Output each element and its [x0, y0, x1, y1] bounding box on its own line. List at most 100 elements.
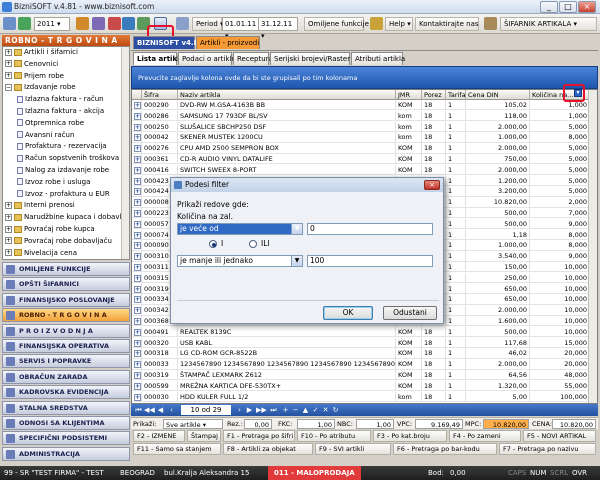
table-row[interactable]: +000276 CPU AMD 2500 SEMPRON BOX KOM 18 1 2.0… — [132, 143, 590, 154]
contact-button[interactable]: Kontaktirajte nas — [415, 17, 479, 31]
filter-icon[interactable] — [176, 17, 189, 30]
row-expand-icon[interactable]: + — [132, 208, 142, 219]
module-button[interactable]: ODNOSI SA KLIJENTIMA — [2, 416, 130, 430]
module-button[interactable]: STALNA SREDSTVA — [2, 400, 130, 415]
row-expand-icon[interactable]: + — [132, 283, 142, 294]
tree-document-item[interactable]: Nalog za izdavanje robe — [17, 165, 109, 175]
expand-icon[interactable]: + — [5, 225, 12, 233]
help-button[interactable]: Help ▾ — [385, 17, 413, 31]
first-record-button[interactable]: ⏮ — [134, 405, 143, 415]
expand-icon[interactable]: + — [5, 48, 12, 56]
table-row[interactable]: +000286 SAMSUNG 17 793DF BL/SV kom 18 1 118,0… — [132, 110, 590, 122]
tree-folder-item[interactable]: + Narudžbine kupaca i dobavljača — [5, 212, 129, 222]
tools-icon[interactable] — [370, 17, 383, 30]
table-row[interactable]: +000361 CD-R AUDIO VINYL DATALIFE KOM 18 1 75… — [132, 154, 590, 165]
tree-document-item[interactable]: Izvoz robe i usluga — [17, 177, 90, 187]
row-expand-icon[interactable]: + — [132, 240, 142, 251]
tree-folder-item[interactable]: + Prijem robe — [5, 71, 64, 81]
condition-1-value[interactable]: 0 — [307, 223, 433, 235]
catalog-icon[interactable] — [484, 17, 497, 30]
row-expand-icon[interactable]: + — [132, 370, 142, 381]
search-by-catalog-number-button[interactable]: F3 - Po kat.broju — [373, 430, 447, 442]
tab-recipe[interactable]: Receptura — [233, 52, 273, 65]
table-row[interactable]: +000033 1234567890 1234567890 1234567890 … — [132, 359, 590, 370]
table-row[interactable]: +000416 SWITCH SWEEX 8-PORT KOM 18 1 2.000,00… — [132, 164, 590, 176]
articles-for-location-button[interactable]: F8 - Artikli za objekat — [223, 443, 313, 455]
row-expand-icon[interactable]: + — [132, 154, 142, 165]
module-button[interactable]: P R O I Z V O D N J A — [2, 323, 130, 338]
next-page-button[interactable]: ▶▶ — [256, 405, 267, 415]
expand-icon[interactable]: + — [5, 213, 12, 221]
tree-folder-item[interactable]: − Izdavanje robe — [5, 82, 76, 92]
row-expand-icon[interactable]: + — [132, 132, 142, 143]
tree-document-item[interactable]: Izlazna faktura - akcija — [17, 106, 104, 116]
row-expand-icon[interactable]: + — [132, 175, 142, 186]
group-by-area[interactable]: Prevucite zaglavlje kolona ovde da bi st… — [131, 66, 598, 89]
search-by-code-button[interactable]: F1 - Pretraga po šifri — [223, 430, 295, 442]
minimize-button[interactable]: _ — [540, 1, 558, 13]
module-button[interactable]: ROBNO - T R G O V I N A — [2, 308, 130, 323]
tree-scrollbar[interactable] — [121, 47, 129, 259]
date-to-input[interactable]: 31.12.11 ▾ — [258, 17, 298, 40]
calculator-icon[interactable] — [76, 17, 89, 30]
tab-article-attributes[interactable]: Atributi artikla — [351, 52, 405, 65]
row-expand-icon[interactable]: + — [132, 326, 142, 338]
condition-2-operator[interactable]: je manje ili jednako ▼ — [177, 255, 303, 267]
tree-document-item[interactable]: Izvoz - profaktura u EUR — [17, 189, 110, 199]
row-expand-icon[interactable]: + — [132, 272, 142, 284]
search-by-name-button[interactable]: F7 - Pretraga po nazivu — [499, 443, 596, 455]
grid-column-header[interactable]: Porez — [422, 90, 446, 100]
print-icon[interactable] — [122, 17, 135, 30]
prev-page-button[interactable]: ◀◀ — [144, 405, 155, 415]
report-icon[interactable] — [108, 17, 121, 30]
tree-document-item[interactable]: Avansni račun — [17, 130, 74, 140]
module-button[interactable]: OMILJENE FUNKCIJE — [2, 262, 130, 276]
table-row[interactable]: +000250 SLUŠALICE SBCHP250 DSF kom 18 1 2.000… — [132, 121, 590, 132]
row-expand-icon[interactable]: + — [132, 348, 142, 359]
tree-folder-item[interactable]: + Artikli i šifarnici — [5, 47, 78, 57]
tab-biznisoft[interactable]: BIZNISOFT v4.81 — [133, 36, 203, 49]
tree-folder-item[interactable]: + Povraćaj robe dobavljaču — [5, 236, 112, 246]
tree-document-item[interactable]: Otpremnica robe — [17, 118, 84, 128]
prev-step-button[interactable]: ‹ — [167, 405, 176, 415]
tab-articles-products[interactable]: Artikli - proizvodi — [196, 36, 260, 49]
add-record-button[interactable]: + — [281, 405, 290, 415]
navigation-tree[interactable]: + Artikli i šifarnici + Cenovnici + Prijem ro… — [2, 46, 130, 260]
row-expand-icon[interactable]: + — [132, 100, 142, 111]
module-button[interactable]: OBRAČUN ZARADA — [2, 369, 130, 384]
search-by-attribute-button[interactable]: F10 - Po atributu — [297, 430, 371, 442]
delete-record-button[interactable]: − — [291, 405, 300, 415]
column-filter-icon[interactable]: ▾ — [574, 89, 582, 97]
next-step-button[interactable]: › — [235, 405, 244, 415]
close-window-button[interactable]: × — [578, 1, 596, 13]
radio-or[interactable] — [249, 240, 257, 248]
row-expand-icon[interactable]: + — [132, 305, 142, 316]
expand-icon[interactable]: + — [5, 249, 12, 257]
row-expand-icon[interactable]: + — [132, 251, 142, 262]
tree-folder-item[interactable]: + Interni prenosi — [5, 200, 75, 210]
next-record-button[interactable]: ▶ — [245, 405, 254, 415]
new-article-button[interactable]: F5 - NOVI ARTIKAL — [523, 430, 596, 442]
module-button[interactable]: ADMINISTRACIJA — [2, 446, 130, 461]
expand-icon[interactable]: + — [5, 72, 12, 80]
print-button[interactable]: Štampaj — [187, 430, 221, 442]
table-row[interactable]: +000599 MREŽNA KARTICA DFE-530TX+ KOM 18 1 1.… — [132, 380, 590, 392]
row-expand-icon[interactable]: + — [132, 391, 142, 402]
row-expand-icon[interactable]: + — [132, 186, 142, 197]
favorite-functions-button[interactable]: Omiljene funkcije ▾ — [304, 17, 375, 31]
tab-serial-numbers[interactable]: Serijski brojevi/Raster — [270, 52, 350, 65]
tree-folder-item[interactable]: + Nivelacija cena — [5, 248, 77, 258]
cancel-record-button[interactable]: ✕ — [321, 405, 330, 415]
row-expand-icon[interactable]: + — [132, 316, 142, 327]
last-record-button[interactable]: ⏭ — [269, 405, 278, 415]
table-row[interactable]: +000320 USB KABL KOM 18 1 117,68 15,000 — [132, 337, 590, 348]
module-button[interactable]: OPŠTI ŠIFARNICI — [2, 277, 130, 292]
table-row[interactable]: +000319 ŠTAMPAČ LEXMARK Z612 KOM 18 1 64,56 48… — [132, 370, 590, 381]
prev-record-button[interactable]: ◀ — [156, 405, 165, 415]
row-expand-icon[interactable]: + — [132, 380, 142, 392]
back-icon[interactable] — [3, 17, 16, 30]
module-button[interactable]: SPECIFIČNI PODSISTEMI — [2, 431, 130, 446]
table-row[interactable]: +000491 REALTEK 8139C KOM 18 1 500,00 10,000 — [132, 326, 590, 338]
tree-folder-item[interactable]: + Povraćaj robe kupca — [5, 224, 95, 234]
module-button[interactable]: FINANSIJSKO POSLOVANJE — [2, 292, 130, 307]
